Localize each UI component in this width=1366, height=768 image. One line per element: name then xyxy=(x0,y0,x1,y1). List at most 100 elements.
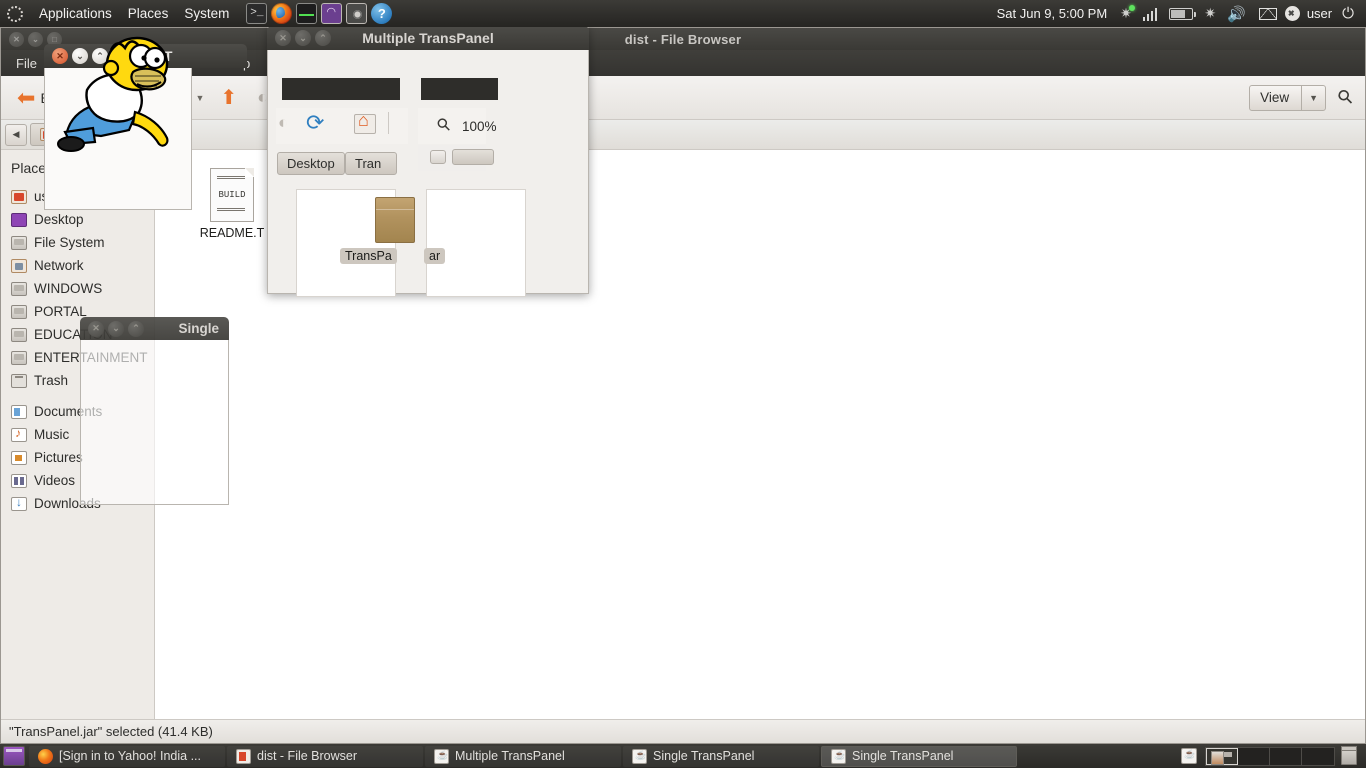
taskbar-item-label: [Sign in to Yahoo! India ... xyxy=(59,749,201,763)
panel-left-header-bar xyxy=(282,78,400,100)
panel-right-breadcrumb[interactable] xyxy=(452,149,494,165)
workspace-switcher[interactable] xyxy=(1205,746,1335,766)
workspace-2[interactable] xyxy=(1238,747,1270,765)
reload-icon[interactable]: ⟳ xyxy=(306,110,324,136)
camera-icon[interactable] xyxy=(346,3,368,24)
breadcrumb-label: Tran xyxy=(355,156,382,171)
taskbar-item-label: Single TransPanel xyxy=(852,749,954,763)
workspace-1[interactable] xyxy=(1206,747,1238,765)
menu-applications[interactable]: Applications xyxy=(31,3,120,24)
chevron-down-icon[interactable]: ▼ xyxy=(1302,93,1325,103)
single-transpanel-window-2: ✕ ⌄ ⌃ Single xyxy=(80,317,229,505)
menu-places[interactable]: Places xyxy=(120,3,177,24)
java-icon xyxy=(434,748,449,764)
taskbar-item-single-transpanel-1[interactable]: Single TransPanel xyxy=(623,745,819,767)
doc-glyph: BUILD xyxy=(218,190,246,200)
close-icon[interactable]: ✕ xyxy=(88,320,104,337)
panel-right-header-bar xyxy=(421,78,498,100)
panel-left-breadcrumb-tran[interactable]: Tran xyxy=(345,152,397,175)
show-desktop-button[interactable] xyxy=(3,746,25,766)
forward-history-chevron-icon[interactable]: ▼ xyxy=(191,93,208,103)
java-icon[interactable] xyxy=(1181,748,1197,764)
single-transpanel-2-title: Single xyxy=(178,321,219,336)
system-monitor-icon[interactable] xyxy=(296,3,318,24)
file-browser-statusbar: "TransPanel.jar" selected (41.4 KB) xyxy=(1,719,1365,743)
multiple-transpanel-titlebar[interactable]: ✕ ⌄ ⌃ Multiple TransPanel xyxy=(267,26,589,50)
single-transpanel-2-body[interactable] xyxy=(80,340,229,505)
menu-system[interactable]: System xyxy=(176,3,237,24)
drive-icon xyxy=(11,350,27,365)
pictures-icon xyxy=(11,450,27,465)
panel-right-file-area[interactable] xyxy=(426,189,526,297)
panel-left-toolbar-slice: ◐ ⟳ ⌂ xyxy=(276,108,408,144)
bluetooth-active-icon[interactable]: ✷ xyxy=(1116,5,1136,22)
mail-icon[interactable] xyxy=(1258,7,1277,20)
close-icon[interactable]: ✕ xyxy=(9,31,24,47)
taskbar-item-label: Single TransPanel xyxy=(653,749,755,763)
bluetooth-icon[interactable]: ✷ xyxy=(1200,5,1220,22)
minimize-icon[interactable]: ⌄ xyxy=(28,31,43,47)
workspace-3[interactable] xyxy=(1270,747,1302,765)
path-scroll-left-button[interactable] xyxy=(430,150,446,164)
firefox-icon[interactable] xyxy=(271,3,293,24)
downloads-icon xyxy=(11,495,27,511)
panel-right-pathbar-slice xyxy=(418,145,494,171)
taskbar-item-multiple-transpanel[interactable]: Multiple TransPanel xyxy=(425,745,621,767)
stop-icon: ◐ xyxy=(278,113,289,132)
battery-icon[interactable] xyxy=(1169,7,1197,20)
help-icon[interactable]: ? xyxy=(371,3,393,24)
java-icon xyxy=(831,748,846,764)
search-icon[interactable]: ⚲ xyxy=(1333,84,1359,110)
signal-strength-icon[interactable] xyxy=(1138,7,1163,21)
sidebar-item-desktop[interactable]: Desktop xyxy=(1,208,154,231)
sidebar-item-windows[interactable]: WINDOWS xyxy=(1,277,154,300)
nautilus-icon xyxy=(236,748,251,764)
taskbar-item-yahoo[interactable]: [Sign in to Yahoo! India ... xyxy=(29,745,225,767)
workspace-4[interactable] xyxy=(1302,747,1334,765)
videos-icon xyxy=(11,473,27,488)
sidebar-item-label: Desktop xyxy=(34,212,84,227)
jar-file-icon xyxy=(375,197,415,243)
window-controls[interactable]: ✕ ⌄ ⌃ xyxy=(80,320,144,337)
user-status-icon[interactable] xyxy=(1284,6,1300,21)
build-document-icon: BUILD xyxy=(210,168,254,222)
sidebar-item-label: Pictures xyxy=(34,450,83,465)
single-transpanel-2-titlebar[interactable]: ✕ ⌄ ⌃ Single xyxy=(80,317,229,340)
minimize-icon[interactable]: ⌄ xyxy=(108,320,124,337)
toolbar-divider xyxy=(388,112,389,134)
up-button[interactable]: ⬆ xyxy=(212,86,245,110)
taskbar-item-label: dist - File Browser xyxy=(257,749,358,763)
single-transpanel-window-1: ✕ ⌄ ⌃ Single T xyxy=(44,36,247,210)
file-browser-pathbar: ◀ user Desktop xyxy=(1,120,1365,150)
sidebar-item-file-system[interactable]: File System xyxy=(1,231,154,254)
panel-left-breadcrumb-desktop[interactable]: Desktop xyxy=(277,152,345,175)
clock[interactable]: Sat Jun 9, 5:00 PM xyxy=(990,4,1115,23)
file-label: README.T xyxy=(199,226,265,240)
ubuntu-logo-icon[interactable] xyxy=(5,4,25,24)
multiple-transpanel-body: ◐ ⟳ ⌂ Desktop Tran TransPa ⚲ 100% ar xyxy=(267,50,589,297)
bottom-taskbar: [Sign in to Yahoo! India ... dist - File… xyxy=(0,744,1366,768)
homer-simpson-image xyxy=(57,36,169,152)
purple-app-icon[interactable] xyxy=(321,3,343,24)
file-item-readme[interactable]: BUILD README.T xyxy=(190,168,274,240)
file-browser-toolbar: ⬅ Back ▼ ➡ Forwar ▼ ⬆ ◐ View ▼ ⚲ xyxy=(1,76,1365,120)
taskbar-item-label: Multiple TransPanel xyxy=(455,749,565,763)
sidebar-item-label: PORTAL xyxy=(34,304,87,319)
sidebar-item-network[interactable]: Network xyxy=(1,254,154,277)
home-icon[interactable]: ⌂ xyxy=(354,110,376,134)
menu-file[interactable]: File xyxy=(7,52,46,75)
view-selector[interactable]: View ▼ xyxy=(1249,84,1327,111)
path-scroll-left-button[interactable]: ◀ xyxy=(5,123,27,146)
terminal-icon[interactable]: >_ xyxy=(246,3,268,24)
taskbar-tray xyxy=(1181,745,1366,766)
trash-icon[interactable] xyxy=(1341,745,1357,765)
taskbar-item-single-transpanel-2[interactable]: Single TransPanel xyxy=(821,745,1017,767)
zoom-level: 100% xyxy=(462,119,497,134)
view-label: View xyxy=(1260,90,1290,105)
volume-icon[interactable]: 🔊 xyxy=(1222,5,1251,23)
taskbar-item-file-browser[interactable]: dist - File Browser xyxy=(227,745,423,767)
maximize-icon[interactable]: ⌃ xyxy=(128,320,144,337)
desktop-screen: ✕ ⌄ □ dist - File Browser File arks Help… xyxy=(0,0,1366,768)
power-icon[interactable]: ⏻ xyxy=(1334,5,1360,22)
user-label[interactable]: user xyxy=(1307,6,1332,21)
